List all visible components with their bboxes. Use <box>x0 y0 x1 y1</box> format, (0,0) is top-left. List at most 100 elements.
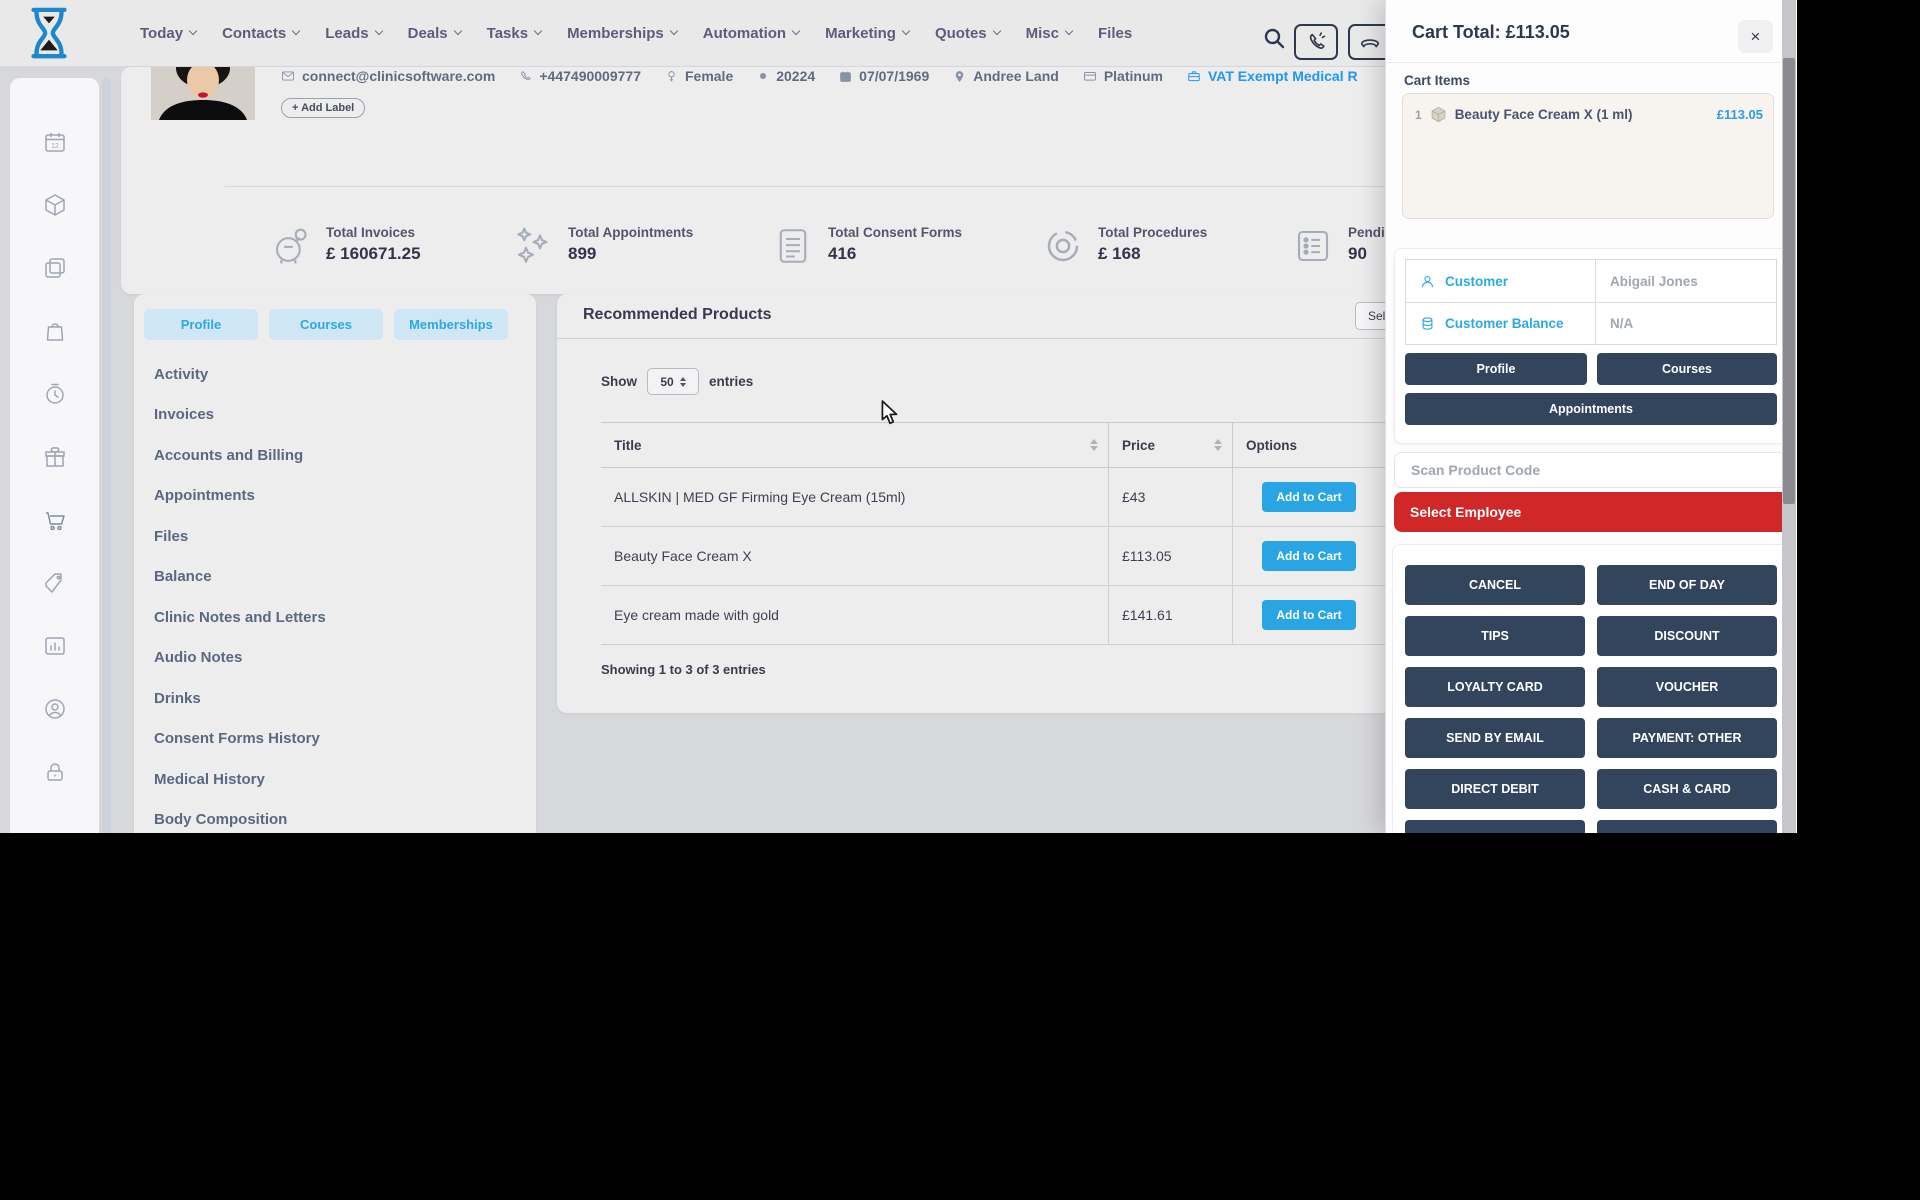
tab-courses[interactable]: Courses <box>269 309 383 340</box>
phone-call-button[interactable] <box>1294 24 1338 60</box>
close-icon[interactable]: × <box>1738 20 1773 53</box>
shopping-bag-icon[interactable] <box>43 319 67 343</box>
menu-item-accounts-and-billing[interactable]: Accounts and Billing <box>154 435 326 476</box>
nav-tasks[interactable]: Tasks <box>487 25 541 42</box>
chevron-down-icon <box>670 27 678 35</box>
end-of-day-button[interactable]: END OF DAY <box>1597 565 1777 605</box>
menu-item-audio-notes[interactable]: Audio Notes <box>154 638 326 679</box>
chevron-down-icon <box>992 27 1000 35</box>
cart-courses-button[interactable]: Courses <box>1597 353 1777 385</box>
phone-receiver-icon <box>1358 31 1382 53</box>
chevron-down-icon <box>534 27 542 35</box>
cash-and-card-button[interactable]: CASH & CARD <box>1597 769 1777 809</box>
cart-item[interactable]: 1 Beauty Face Cream X (1 ml) £113.05 <box>1415 106 1763 123</box>
add-to-cart-button[interactable]: Add to Cart <box>1262 600 1356 630</box>
calendar-icon[interactable]: 12 <box>43 130 67 154</box>
loyalty-card-button[interactable]: LOYALTY CARD <box>1405 667 1585 707</box>
bar-chart-icon[interactable] <box>43 634 67 658</box>
nav-today[interactable]: Today <box>140 25 196 42</box>
column-header-price[interactable]: Price <box>1108 423 1232 467</box>
column-header-title[interactable]: Title <box>601 423 1108 467</box>
scan-product-code-input[interactable] <box>1394 452 1790 488</box>
cancel-button[interactable]: CANCEL <box>1405 565 1585 605</box>
list-icon <box>1292 225 1334 267</box>
package-icon <box>1430 106 1447 123</box>
menu-item-medical-history[interactable]: Medical History <box>154 759 326 800</box>
menu-item-activity[interactable]: Activity <box>154 354 326 395</box>
cart-appointments-button[interactable]: Appointments <box>1405 393 1777 425</box>
menu-item-files[interactable]: Files <box>154 516 326 557</box>
nav-deals[interactable]: Deals <box>408 25 461 42</box>
gift-icon[interactable] <box>43 445 67 469</box>
chevron-down-icon <box>792 27 800 35</box>
cart-icon[interactable] <box>43 508 67 532</box>
clipped-action-button[interactable] <box>1405 820 1585 833</box>
chevron-down-icon <box>902 27 910 35</box>
payment-other-button[interactable]: PAYMENT: OTHER <box>1597 718 1777 758</box>
tab-memberships[interactable]: Memberships <box>394 309 508 340</box>
contact-vat-link[interactable]: VAT Exempt Medical R <box>1187 68 1358 84</box>
history-icon[interactable] <box>43 382 67 406</box>
menu-item-balance[interactable]: Balance <box>154 557 326 598</box>
account-icon[interactable] <box>43 697 67 721</box>
add-to-cart-button[interactable]: Add to Cart <box>1262 482 1356 512</box>
add-label-button[interactable]: + Add Label <box>281 98 365 118</box>
profile-menu-card: Profile Courses Memberships Activity Inv… <box>134 294 536 833</box>
customer-balance-value-field[interactable]: N/A <box>1596 302 1776 344</box>
chevron-down-icon <box>1065 27 1073 35</box>
menu-item-clinic-notes[interactable]: Clinic Notes and Letters <box>154 597 326 638</box>
cart-profile-button[interactable]: Profile <box>1405 353 1587 385</box>
page-size-select[interactable]: 50 <box>647 368 699 395</box>
select-employee-button[interactable]: Select Employee <box>1394 492 1790 532</box>
discount-button[interactable]: DISCOUNT <box>1597 616 1777 656</box>
mouse-cursor <box>878 400 902 431</box>
nav-misc[interactable]: Misc <box>1026 25 1072 42</box>
nav-leads[interactable]: Leads <box>325 25 381 42</box>
main-scrollbar[interactable] <box>102 78 111 833</box>
profile-menu-list: Activity Invoices Accounts and Billing A… <box>154 354 326 833</box>
voucher-button[interactable]: VOUCHER <box>1597 667 1777 707</box>
person-icon <box>1420 274 1435 289</box>
menu-item-appointments[interactable]: Appointments <box>154 476 326 517</box>
main-nav: Today Contacts Leads Deals Tasks Members… <box>140 0 1132 66</box>
clipped-action-button[interactable] <box>1597 820 1777 833</box>
nav-marketing[interactable]: Marketing <box>825 25 909 42</box>
tips-button[interactable]: TIPS <box>1405 616 1585 656</box>
customer-value-field[interactable]: Abigail Jones <box>1596 260 1776 302</box>
nav-memberships[interactable]: Memberships <box>567 25 677 42</box>
nav-contacts[interactable]: Contacts <box>222 25 299 42</box>
panel-scrollbar-thumb[interactable] <box>1783 58 1795 504</box>
cart-items-label: Cart Items <box>1404 73 1470 88</box>
lock-icon[interactable] <box>43 760 67 784</box>
search-icon[interactable] <box>1262 26 1286 55</box>
membership-card-icon <box>1083 69 1097 83</box>
direct-debit-button[interactable]: DIRECT DEBIT <box>1405 769 1585 809</box>
package-icon[interactable] <box>43 193 67 217</box>
nav-files[interactable]: Files <box>1098 25 1132 42</box>
panel-divider <box>1386 62 1797 63</box>
layers-icon[interactable] <box>43 256 67 280</box>
cart-item-name: Beauty Face Cream X (1 ml) <box>1455 107 1633 122</box>
menu-item-drinks[interactable]: Drinks <box>154 678 326 719</box>
send-by-email-button[interactable]: SEND BY EMAIL <box>1405 718 1585 758</box>
cart-items-box: 1 Beauty Face Cream X (1 ml) £113.05 <box>1402 93 1774 219</box>
nav-automation[interactable]: Automation <box>703 25 799 42</box>
tab-profile[interactable]: Profile <box>144 309 258 340</box>
phone-icon <box>519 70 532 83</box>
menu-item-consent-forms-history[interactable]: Consent Forms History <box>154 719 326 760</box>
contact-id: 20224 <box>757 68 815 84</box>
product-title-cell: ALLSKIN | MED GF Firming Eye Cream (15ml… <box>601 468 1108 526</box>
show-label: Show <box>601 374 637 389</box>
price-tags-icon[interactable] <box>43 571 67 595</box>
menu-item-body-composition[interactable]: Body Composition <box>154 800 326 834</box>
nav-quotes[interactable]: Quotes <box>935 25 1000 42</box>
product-price-cell: £113.05 <box>1108 527 1232 585</box>
sort-icon <box>1214 439 1222 451</box>
contact-info-row: connect@clinicsoftware.com +447490009777… <box>281 67 1358 92</box>
stat-total-appointments: Total Appointments899 <box>512 225 693 267</box>
product-price-cell: £141.61 <box>1108 586 1232 644</box>
add-to-cart-button[interactable]: Add to Cart <box>1262 541 1356 571</box>
clinic-logo-hourglass-icon[interactable] <box>22 4 76 67</box>
menu-item-invoices[interactable]: Invoices <box>154 395 326 436</box>
profile-tabs: Profile Courses Memberships <box>144 309 508 340</box>
